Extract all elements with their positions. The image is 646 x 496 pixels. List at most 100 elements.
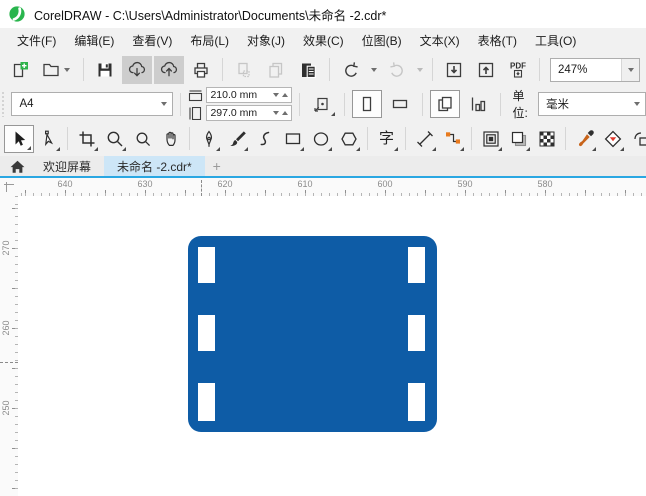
menu-object[interactable]: 对象(J): [238, 29, 294, 52]
ellipse-tool[interactable]: [307, 125, 334, 153]
units-combobox[interactable]: 毫米: [538, 92, 646, 116]
menu-file[interactable]: 文件(F): [8, 29, 65, 52]
standard-toolbar: PDF 247%: [0, 52, 646, 88]
zoom-tool[interactable]: [101, 125, 128, 153]
open-document-button[interactable]: [37, 56, 77, 84]
ellipse-icon: [313, 131, 328, 146]
toolbar-drag-handle[interactable]: [1, 91, 7, 117]
artistic-media-tool[interactable]: [223, 125, 250, 153]
crop-tool-icon: [79, 131, 94, 146]
menu-table[interactable]: 表格(T): [469, 29, 526, 52]
smart-fill-tool[interactable]: [627, 125, 646, 153]
pen-tool-icon: [205, 130, 212, 147]
transparency-tool[interactable]: [533, 125, 560, 153]
ruler-origin-button[interactable]: [0, 178, 18, 196]
toolbox: 字: [0, 121, 646, 157]
chevron-down-icon: [371, 67, 377, 72]
pick-tool[interactable]: [4, 124, 34, 153]
pen-tool[interactable]: [195, 125, 222, 153]
menu-effects[interactable]: 效果(C): [294, 29, 353, 52]
menu-bitmaps[interactable]: 位图(B): [353, 29, 411, 52]
export-button[interactable]: [471, 56, 501, 84]
contour-tool[interactable]: [477, 125, 504, 153]
home-icon: [10, 160, 24, 173]
ruler-label: 620: [217, 179, 233, 189]
menu-view[interactable]: 查看(V): [123, 29, 181, 52]
pan-tool[interactable]: [157, 125, 184, 153]
import-button[interactable]: [439, 56, 469, 84]
new-tab-button[interactable]: +: [205, 156, 229, 176]
paste-button[interactable]: [293, 56, 323, 84]
zoom-out-tool[interactable]: [129, 125, 156, 153]
page-height-field[interactable]: 297.0 mm: [206, 105, 293, 121]
copy-icon: [269, 62, 283, 78]
menu-tools[interactable]: 工具(O): [526, 29, 585, 52]
chevron-down-icon: [64, 67, 70, 72]
film-strip-body[interactable]: [188, 236, 437, 432]
ruler-label: 640: [57, 179, 73, 189]
vertical-ruler[interactable]: 270 260 250: [0, 196, 19, 496]
pick-tool-icon: [15, 131, 26, 146]
tab-untitled-document[interactable]: 未命名 -2.cdr*: [104, 156, 205, 176]
page-height-spinner[interactable]: [273, 111, 291, 115]
polygon-icon: [340, 132, 357, 145]
page-size-combobox[interactable]: A4: [11, 92, 174, 116]
import-icon: [446, 62, 462, 77]
landscape-orientation-button[interactable]: [385, 90, 415, 118]
menu-layout[interactable]: 布局(L): [181, 29, 238, 52]
cloud-upload-icon: [160, 61, 178, 76]
save-button[interactable]: [90, 56, 120, 84]
autofit-page-button[interactable]: [307, 90, 337, 118]
portrait-orientation-button[interactable]: [352, 90, 383, 118]
text-tool[interactable]: 字: [373, 125, 400, 153]
connector-tool[interactable]: [439, 125, 466, 153]
menu-text[interactable]: 文本(X): [411, 29, 469, 52]
page-size-dropdown-button[interactable]: [155, 93, 172, 115]
ruler-origin-icon: [4, 182, 14, 192]
page-width-spinner[interactable]: [273, 93, 291, 97]
drop-shadow-tool[interactable]: [505, 125, 532, 153]
all-pages-button[interactable]: [430, 90, 461, 118]
menu-edit[interactable]: 编辑(E): [65, 29, 123, 52]
chevron-down-icon: [417, 67, 423, 72]
units-value: 毫米: [546, 99, 569, 111]
undo-dropdown-button[interactable]: [368, 57, 380, 83]
color-eyedropper-tool[interactable]: [571, 125, 598, 153]
units-dropdown-button[interactable]: [628, 93, 645, 115]
new-document-button[interactable]: [5, 56, 35, 84]
curve-icon: [260, 131, 269, 145]
save-icon: [98, 63, 112, 76]
cut-button: [229, 56, 259, 84]
crop-tool[interactable]: [73, 125, 100, 153]
separator: [471, 127, 472, 150]
shape-tool[interactable]: [35, 125, 62, 153]
film-strip-shape[interactable]: [188, 236, 437, 432]
horizontal-ruler[interactable]: 640 630 620 610 600 590 580: [0, 178, 646, 197]
chevron-down-icon: [633, 102, 640, 106]
polygon-tool[interactable]: [335, 125, 362, 153]
zoom-dropdown-button[interactable]: [621, 58, 639, 81]
interactive-fill-tool[interactable]: [599, 125, 626, 153]
paste-icon: [302, 63, 316, 78]
dimension-tool[interactable]: [411, 125, 438, 153]
drawing-canvas[interactable]: [18, 196, 646, 496]
undo-button[interactable]: [336, 56, 366, 84]
separator: [405, 127, 406, 150]
eyedropper-icon: [578, 129, 594, 146]
cloud-download-button[interactable]: [122, 55, 152, 84]
cloud-upload-button[interactable]: [154, 55, 184, 84]
publish-to-pdf-button[interactable]: PDF: [503, 56, 533, 84]
spinner-down-icon: [273, 93, 280, 97]
ruler-label: 600: [377, 179, 393, 189]
print-button[interactable]: [186, 56, 216, 84]
fill-tool-icon: [604, 130, 621, 147]
curve-tool[interactable]: [251, 125, 278, 153]
tab-welcome-screen[interactable]: 欢迎屏幕: [30, 156, 104, 176]
current-page-button[interactable]: [463, 90, 493, 118]
open-dropdown-button[interactable]: [61, 57, 73, 83]
rectangle-tool[interactable]: [279, 125, 306, 153]
zoom-level-combobox[interactable]: 247%: [550, 57, 640, 82]
page-width-field[interactable]: 210.0 mm: [206, 87, 293, 103]
home-button[interactable]: [4, 156, 30, 176]
ruler-label: 250: [1, 400, 11, 416]
